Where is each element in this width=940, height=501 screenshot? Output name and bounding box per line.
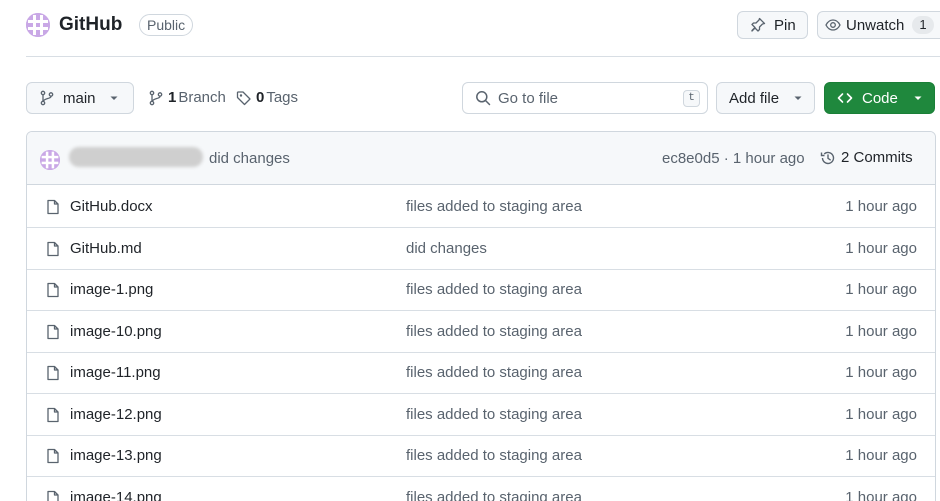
file-icon <box>47 282 59 298</box>
pin-label: Pin <box>774 16 796 34</box>
file-commit-message[interactable]: files added to staging area <box>406 281 582 298</box>
file-table: did changes ec8e0d5 · 1 hour ago 2 Commi… <box>26 131 936 501</box>
search-shortcut-key: t <box>683 90 700 107</box>
latest-commit-bar: did changes ec8e0d5 · 1 hour ago 2 Commi… <box>27 132 935 185</box>
file-age: 1 hour ago <box>845 447 917 464</box>
file-commit-message[interactable]: files added to staging area <box>406 447 582 464</box>
file-row[interactable]: image-14.png files added to staging area… <box>27 477 935 501</box>
code-icon <box>837 93 853 103</box>
caret-down-icon <box>794 96 802 100</box>
file-icon <box>47 490 59 501</box>
pin-button[interactable]: Pin <box>737 11 808 39</box>
file-row[interactable]: image-13.png files added to staging area… <box>27 435 935 477</box>
file-commit-message[interactable]: files added to staging area <box>406 198 582 215</box>
tags-link[interactable]: 0 Tags <box>236 89 298 106</box>
eye-icon <box>825 19 841 31</box>
file-icon <box>47 448 59 464</box>
unwatch-label: Unwatch <box>846 16 905 34</box>
file-row[interactable]: image-11.png files added to staging area… <box>27 352 935 394</box>
file-icon <box>47 324 59 340</box>
file-commit-message[interactable]: files added to staging area <box>406 406 582 423</box>
tag-label: Tags <box>266 89 299 106</box>
identicon-avatar <box>26 13 50 37</box>
file-icon <box>47 365 59 381</box>
file-commit-message[interactable]: did changes <box>406 240 487 257</box>
file-name[interactable]: GitHub.md <box>70 240 142 257</box>
unwatch-button[interactable]: Unwatch 1 <box>817 11 940 39</box>
file-age: 1 hour ago <box>845 281 917 298</box>
branch-name: main <box>63 89 96 107</box>
file-commit-message[interactable]: files added to staging area <box>406 323 582 340</box>
repo-name[interactable]: GitHub <box>59 14 122 36</box>
header-divider <box>26 56 940 57</box>
git-branch-icon <box>40 90 54 106</box>
file-age: 1 hour ago <box>845 323 917 340</box>
repo-avatar[interactable] <box>26 13 50 37</box>
tag-count: 0 <box>256 89 265 106</box>
file-row[interactable]: image-12.png files added to staging area… <box>27 394 935 436</box>
pin-icon <box>751 17 766 32</box>
file-row[interactable]: GitHub.docx files added to staging area … <box>27 186 935 228</box>
branches-link[interactable]: 1 Branch <box>148 89 226 106</box>
file-name[interactable]: image-10.png <box>70 323 162 340</box>
commits-count: 2 Commits <box>841 149 913 166</box>
file-icon <box>47 241 59 257</box>
watch-count: 1 <box>912 16 934 34</box>
file-age: 1 hour ago <box>845 489 917 501</box>
add-file-button[interactable]: Add file <box>716 82 815 114</box>
file-age: 1 hour ago <box>845 364 917 381</box>
file-name[interactable]: image-12.png <box>70 406 162 423</box>
file-name[interactable]: image-1.png <box>70 281 153 298</box>
file-row[interactable]: image-1.png files added to staging area … <box>27 269 935 311</box>
file-row[interactable]: GitHub.md did changes 1 hour ago <box>27 228 935 270</box>
file-commit-message[interactable]: files added to staging area <box>406 364 582 381</box>
commits-history-link[interactable]: 2 Commits <box>820 149 913 166</box>
caret-down-icon <box>914 96 922 100</box>
file-name[interactable]: image-14.png <box>70 489 162 501</box>
go-to-file-search[interactable]: t <box>462 82 708 114</box>
visibility-badge: Public <box>139 14 194 36</box>
branch-count: 1 <box>168 89 177 106</box>
file-row[interactable]: image-10.png files added to staging area… <box>27 311 935 353</box>
committer-avatar[interactable] <box>40 150 60 170</box>
file-age: 1 hour ago <box>845 198 917 215</box>
code-label: Code <box>862 89 898 107</box>
file-icon <box>47 199 59 215</box>
branch-selector[interactable]: main <box>26 82 134 114</box>
file-age: 1 hour ago <box>845 406 917 423</box>
branch-label: Branch <box>178 89 226 106</box>
search-input[interactable] <box>498 89 678 107</box>
file-commit-message[interactable]: files added to staging area <box>406 489 582 501</box>
caret-down-icon <box>110 96 118 100</box>
file-name[interactable]: GitHub.docx <box>70 198 153 215</box>
code-button[interactable]: Code <box>824 82 935 114</box>
search-icon <box>476 91 491 106</box>
history-icon <box>820 151 835 164</box>
latest-commit-sha[interactable]: ec8e0d5 · 1 hour ago <box>662 150 805 167</box>
git-branch-icon <box>149 90 163 105</box>
add-file-label: Add file <box>729 89 780 107</box>
identicon-avatar <box>40 150 60 170</box>
file-name[interactable]: image-11.png <box>70 364 161 381</box>
redacted-username <box>69 147 203 167</box>
file-name[interactable]: image-13.png <box>70 447 162 464</box>
repo-header: GitHub Public Pin Unwatch 1 <box>0 0 940 52</box>
file-icon <box>47 407 59 423</box>
tag-icon <box>236 90 251 105</box>
latest-commit-message[interactable]: did changes <box>209 150 290 167</box>
file-age: 1 hour ago <box>845 240 917 257</box>
